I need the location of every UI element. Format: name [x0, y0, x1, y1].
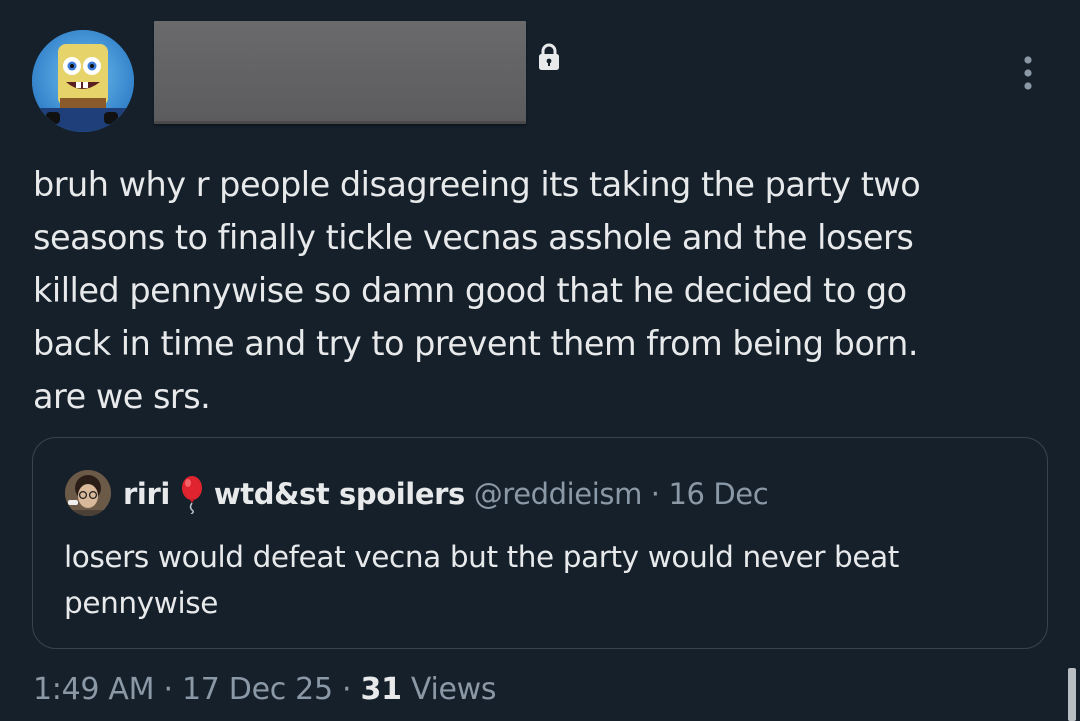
quoted-tweet-header: riri wtd&st spoilers @reddieism · 16 Dec: [123, 474, 769, 515]
quoted-handle[interactable]: @reddieism: [474, 477, 643, 511]
quoted-author-avatar[interactable]: [65, 470, 111, 516]
quoted-separator: ·: [650, 477, 660, 511]
views-count: 31: [360, 672, 402, 707]
scrollbar[interactable]: [1068, 668, 1076, 721]
author-avatar[interactable]: [32, 30, 134, 132]
meta-separator-1: ·: [163, 672, 173, 707]
tweet-time[interactable]: 1:49 AM: [33, 672, 155, 707]
views-label: Views: [410, 672, 497, 707]
spongebob-avatar-image: [32, 30, 134, 132]
tweet-text: bruh why r people disagreeing its taking…: [33, 165, 921, 416]
quoted-date[interactable]: 16 Dec: [668, 477, 768, 511]
meta-separator-2: ·: [342, 672, 352, 707]
quoted-display-name-part1[interactable]: riri: [123, 477, 170, 511]
more-options-icon[interactable]: [1013, 56, 1043, 92]
quoted-tweet-text: losers would defeat vecna but the party …: [64, 540, 899, 620]
balloon-icon: [176, 474, 208, 515]
redacted-username: [154, 21, 526, 124]
lock-icon: [536, 42, 562, 72]
quoted-display-name-part2[interactable]: wtd&st spoilers: [214, 477, 465, 511]
tweet-metadata: 1:49 AM · 17 Dec 25 · 31 Views: [33, 670, 497, 710]
tweet-date[interactable]: 17 Dec 25: [182, 672, 333, 707]
quoted-tweet-card[interactable]: riri wtd&st spoilers @reddieism · 16 Dec …: [32, 437, 1048, 649]
